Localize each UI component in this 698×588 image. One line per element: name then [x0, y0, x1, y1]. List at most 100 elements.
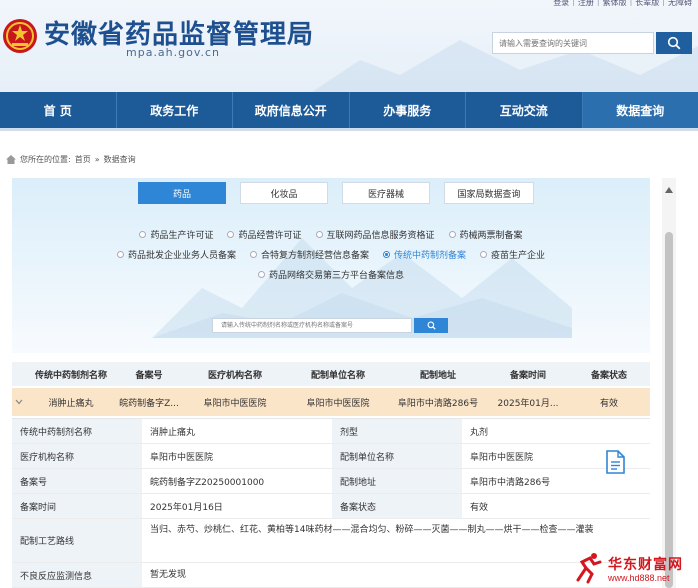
register-link[interactable]: 注册: [578, 0, 594, 8]
site-search-box: [492, 32, 654, 54]
nav-divider: [0, 128, 698, 131]
site-domain: mpa.ah.gov.cn: [126, 46, 221, 59]
elder-link[interactable]: 长辈版: [635, 0, 659, 8]
scrollbar[interactable]: [662, 178, 676, 588]
document-icon[interactable]: [604, 450, 626, 474]
tab-cosmetics[interactable]: 化妆品: [240, 182, 328, 204]
detail-label: 医疗机构名称: [12, 444, 142, 468]
site-search-input[interactable]: [493, 33, 653, 53]
radio-option[interactable]: 药品生产许可证: [139, 228, 213, 241]
login-link[interactable]: 登录: [553, 0, 569, 8]
column-header: 备案状态: [590, 370, 627, 381]
query-input[interactable]: [213, 319, 411, 332]
detail-label: 剂型: [332, 419, 462, 443]
search-icon: [667, 36, 681, 50]
detail-label: 配制工艺路线: [12, 519, 142, 562]
running-figure-logo-icon: [576, 553, 602, 584]
main-nav: 首 页 政务工作 政府信息公开 办事服务 互动交流 数据查询: [0, 92, 698, 128]
radio-dot-icon: [257, 270, 265, 278]
radio-option[interactable]: 互联网药品信息服务资格证: [315, 228, 435, 241]
radio-label: 互联网药品信息服务资格证: [326, 230, 435, 241]
category-tabs: 药品 化妆品 医疗器械 国家局数据查询: [138, 182, 534, 204]
column-header: 医疗机构名称: [207, 370, 262, 381]
query-panel: 药品 化妆品 医疗器械 国家局数据查询 药品生产许可证 药品经营许可证 互联网药…: [12, 178, 650, 588]
tab-drug[interactable]: 药品: [138, 182, 226, 204]
nav-data-query[interactable]: 数据查询: [582, 92, 698, 128]
radio-option-selected[interactable]: 传统中药制剂备案: [383, 248, 466, 261]
breadcrumb: 您所在的位置: 首页 » 数据查询: [6, 154, 136, 165]
national-emblem-icon: [3, 19, 37, 53]
detail-row: 传统中药制剂名称 消肿止痛丸 剂型 丸剂: [12, 419, 650, 444]
radio-row: 药品批发企业业务人员备案 合特复方制剂经营信息备案 传统中药制剂备案 疫苗生产企…: [12, 248, 650, 261]
query-panel-header: 药品 化妆品 医疗器械 国家局数据查询 药品生产许可证 药品经营许可证 互联网药…: [12, 178, 650, 353]
detail-value: 阜阳市中医医院: [150, 452, 214, 463]
column-header: 传统中药制剂名称: [34, 370, 107, 381]
scroll-up-button[interactable]: [662, 186, 676, 196]
detail-label: 传统中药制剂名称: [12, 419, 142, 443]
site-header: 登录 | 注册 | 繁体版 | 长辈版 | 无障碍 安徽省药品监督管理局 mpa.ah.…: [0, 0, 698, 92]
query-button[interactable]: [414, 318, 448, 333]
detail-row: 医疗机构名称 阜阳市中医医院 配制单位名称 阜阳市中医医院: [12, 444, 650, 469]
radio-row: 药品生产许可证 药品经营许可证 互联网药品信息服务资格证 药械两票制备案: [12, 228, 650, 241]
radio-dot-selected-icon: [383, 250, 390, 258]
mountain-decoration: [312, 40, 698, 92]
radio-option[interactable]: 药品网络交易第三方平台备案信息: [257, 268, 404, 281]
cell-address: 阜阳市中清路286号: [397, 398, 479, 409]
radio-option[interactable]: 药品批发企业业务人员备案: [116, 248, 236, 261]
radio-label: 药械两票制备案: [459, 230, 523, 241]
site-search-button[interactable]: [656, 32, 692, 54]
cell-institution: 阜阳市中医医院: [203, 398, 267, 409]
table-row[interactable]: 消肿止痛丸 皖药制备字Z... 阜阳市中医医院 阜阳市中医医院 阜阳市中清路28…: [12, 388, 650, 416]
column-header: 备案时间: [509, 370, 546, 381]
caret-up-icon: [665, 187, 673, 193]
scroll-thumb[interactable]: [665, 232, 673, 588]
column-header: 配制地址: [419, 370, 456, 381]
expand-column: [12, 362, 26, 386]
nav-government-work[interactable]: 政务工作: [117, 92, 233, 128]
traditional-link[interactable]: 繁体版: [603, 0, 627, 8]
breadcrumb-home[interactable]: 首页: [75, 154, 91, 165]
accessibility-link[interactable]: 无障碍: [668, 0, 692, 8]
cell-record-number: 皖药制备字Z...: [119, 398, 179, 409]
tab-medical-device[interactable]: 医疗器械: [342, 182, 430, 204]
cell-unit: 阜阳市中医医院: [306, 398, 370, 409]
query-type-options: 药品生产许可证 药品经营许可证 互联网药品信息服务资格证 药械两票制备案 药品批…: [12, 228, 650, 288]
detail-label: 配制单位名称: [332, 444, 462, 468]
results-table-header: 传统中药制剂名称 备案号 医疗机构名称 配制单位名称 配制地址 备案时间 备案状…: [12, 362, 650, 386]
breadcrumb-prefix: 您所在的位置:: [20, 155, 71, 164]
radio-option[interactable]: 药械两票制备案: [448, 228, 523, 241]
detail-row: 备案时间 2025年01月16日 备案状态 有效: [12, 494, 650, 519]
search-icon: [427, 321, 436, 330]
nav-services[interactable]: 办事服务: [350, 92, 466, 128]
cell-record-date: 2025年01月...: [497, 398, 559, 409]
top-links: 登录 | 注册 | 繁体版 | 长辈版 | 无障碍: [553, 0, 692, 8]
cell-status: 有效: [599, 398, 618, 409]
radio-dot-icon: [227, 230, 235, 238]
home-icon: [6, 155, 16, 164]
detail-value: 消肿止痛丸: [150, 427, 196, 438]
nav-home[interactable]: 首 页: [0, 92, 117, 128]
radio-label: 传统中药制剂备案: [394, 250, 467, 261]
watermark: 华东财富网 www.hd888.net: [572, 552, 698, 588]
watermark-url: www.hd888.net: [608, 573, 670, 583]
detail-value: 丸剂: [470, 427, 489, 438]
query-box: [212, 318, 412, 333]
radio-option[interactable]: 疫苗生产企业: [480, 248, 545, 261]
detail-label: 备案时间: [12, 494, 142, 518]
radio-row: 药品网络交易第三方平台备案信息: [12, 268, 650, 281]
detail-label: 备案号: [12, 469, 142, 493]
chevron-down-icon: [15, 399, 23, 405]
radio-option[interactable]: 药品经营许可证: [227, 228, 302, 241]
detail-row-adverse: 不良反应监测信息 暂无发现: [12, 563, 650, 588]
expand-toggle[interactable]: [12, 388, 26, 416]
nav-info-disclosure[interactable]: 政府信息公开: [233, 92, 350, 128]
radio-option[interactable]: 合特复方制剂经营信息备案: [249, 248, 369, 261]
cell-preparation-name: 消肿止痛丸: [48, 398, 94, 409]
tab-national-query[interactable]: 国家局数据查询: [444, 182, 534, 204]
radio-label: 药品网络交易第三方平台备案信息: [268, 270, 404, 281]
radio-dot-icon: [139, 230, 147, 238]
record-details: 传统中药制剂名称 消肿止痛丸 剂型 丸剂 医疗机构名称 阜阳市中医医院 配制单位…: [12, 418, 650, 588]
radio-dot-icon: [116, 250, 124, 258]
nav-interaction[interactable]: 互动交流: [466, 92, 583, 128]
radio-label: 药品批发企业业务人员备案: [127, 250, 236, 261]
